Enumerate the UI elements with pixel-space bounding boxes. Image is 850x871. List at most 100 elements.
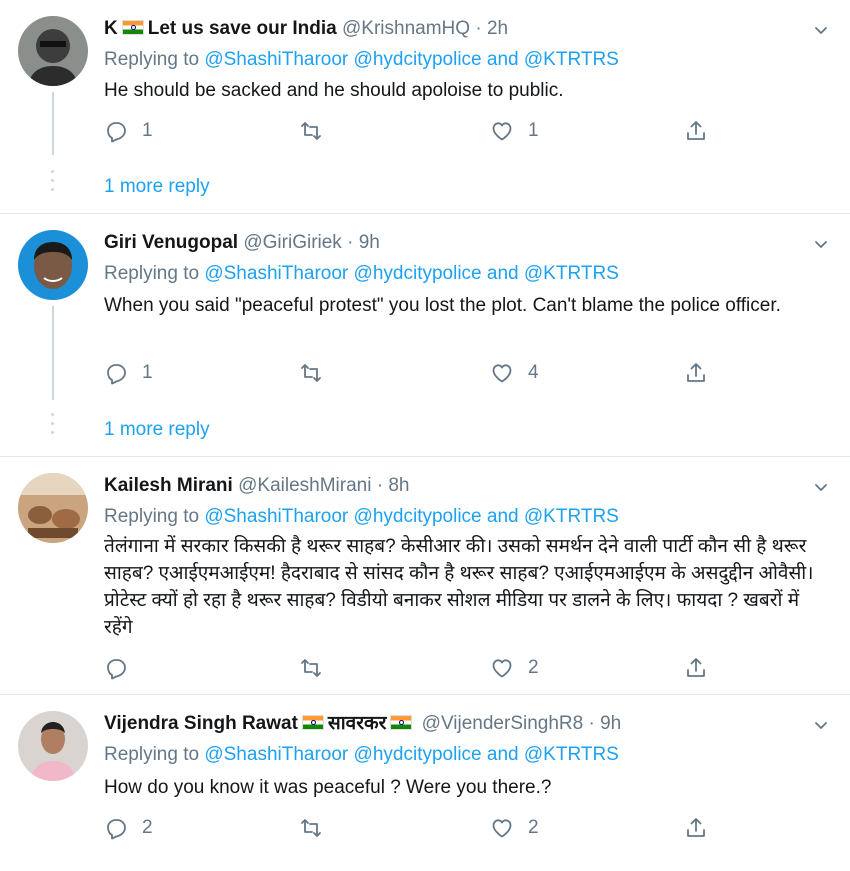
tweet-3[interactable]: Kailesh Mirani @KaileshMirani · 8h Reply… <box>0 457 850 694</box>
mention-link[interactable]: @hydcitypolice <box>354 744 482 765</box>
tweet-text: He should be sacked and he should apoloi… <box>104 80 564 101</box>
timestamp[interactable]: · 9h <box>589 713 622 734</box>
like-button[interactable]: 4 <box>490 359 539 387</box>
retweet-button[interactable] <box>299 654 337 682</box>
mention-link[interactable]: @hydcitypolice <box>354 49 482 70</box>
display-name[interactable]: Vijendra Singh Rawat <box>104 713 298 734</box>
display-name[interactable]: K <box>104 18 118 39</box>
heart-icon <box>492 659 512 678</box>
share-button[interactable] <box>684 117 708 145</box>
share-icon <box>687 818 705 837</box>
replying-to: Replying to @ShashiTharoor @hydcitypolic… <box>104 506 619 527</box>
chevron-down-icon[interactable] <box>814 719 828 733</box>
avatar-image <box>18 711 88 781</box>
user-handle[interactable]: @KrishnamHQ <box>342 18 470 39</box>
tweet-header: Vijendra Singh Rawat सावरकर @VijenderSing… <box>104 711 621 737</box>
retweet-button[interactable] <box>299 814 337 842</box>
share-button[interactable] <box>684 654 708 682</box>
timestamp[interactable]: · 9h <box>347 232 380 253</box>
mention-link[interactable]: @hydcitypolice <box>354 263 482 284</box>
timestamp[interactable]: · 2h <box>475 18 508 39</box>
chevron-down-icon[interactable] <box>814 481 828 495</box>
reply-button[interactable]: 2 <box>104 814 153 842</box>
reply-icon <box>107 819 126 840</box>
like-count: 2 <box>528 817 539 838</box>
reply-icon <box>107 659 126 680</box>
mention-link[interactable]: @ShashiTharoor <box>204 744 348 765</box>
show-more-replies-link[interactable]: 1 more reply <box>104 174 210 200</box>
thread-dots <box>51 170 55 197</box>
india-flag-icon <box>390 715 413 730</box>
retweet-icon <box>301 122 321 140</box>
mention-link[interactable]: @KTRTRS <box>524 263 619 284</box>
avatar[interactable] <box>18 473 88 543</box>
mention-link[interactable]: @ShashiTharoor <box>204 263 348 284</box>
tweet-text: तेलंगाना में सरकार किसकी है थरूर साहब? क… <box>104 536 814 638</box>
tweet-actions: 1 4 <box>104 359 724 387</box>
mention-link[interactable]: @ShashiTharoor <box>204 49 348 70</box>
mention-link[interactable]: @KTRTRS <box>524 744 619 765</box>
reply-button[interactable]: 1 <box>104 117 153 145</box>
heart-icon <box>492 364 512 383</box>
reply-count: 1 <box>142 362 153 383</box>
display-name[interactable]: Kailesh Mirani <box>104 475 233 496</box>
avatar[interactable] <box>18 230 88 300</box>
avatar-image <box>18 473 88 543</box>
tweet-text: When you said "peaceful protest" you los… <box>104 295 781 316</box>
thread-dots <box>51 413 55 440</box>
like-button[interactable]: 2 <box>490 654 539 682</box>
reply-button[interactable] <box>104 654 142 682</box>
retweet-icon <box>301 659 321 677</box>
like-button[interactable]: 2 <box>490 814 539 842</box>
share-icon <box>687 363 705 382</box>
avatar[interactable] <box>18 711 88 781</box>
display-name-suffix[interactable]: Let us save our India <box>148 18 337 39</box>
like-button[interactable]: 1 <box>490 117 539 145</box>
display-name-suffix[interactable]: सावरकर <box>328 713 386 734</box>
tweet-2[interactable]: Giri Venugopal @GiriGiriek · 9h Replying… <box>0 214 850 456</box>
reply-count: 1 <box>142 120 153 141</box>
user-handle[interactable]: @KaileshMirani <box>238 475 371 496</box>
reply-count: 2 <box>142 817 153 838</box>
chevron-down-icon[interactable] <box>814 24 828 38</box>
reply-icon <box>107 364 126 385</box>
mention-link[interactable]: @KTRTRS <box>524 506 619 527</box>
avatar[interactable] <box>18 16 88 86</box>
tweet-1[interactable]: K Let us save our India @KrishnamHQ · 2h … <box>0 0 850 213</box>
thread-line <box>52 92 54 155</box>
retweet-button[interactable] <box>299 117 337 145</box>
share-icon <box>687 121 705 140</box>
like-count: 1 <box>528 120 539 141</box>
share-button[interactable] <box>684 359 708 387</box>
reply-button[interactable]: 1 <box>104 359 153 387</box>
replying-to: Replying to @ShashiTharoor @hydcitypolic… <box>104 744 619 765</box>
replying-to: Replying to @ShashiTharoor @hydcitypolic… <box>104 49 619 70</box>
tweet-header: K Let us save our India @KrishnamHQ · 2h <box>104 16 508 42</box>
user-handle[interactable]: @VijenderSinghR8 <box>422 713 584 734</box>
mention-link[interactable]: @KTRTRS <box>524 49 619 70</box>
retweet-icon <box>301 819 321 837</box>
tweet-actions: 2 <box>104 654 724 682</box>
thread-line <box>52 306 54 400</box>
tweet-header: Giri Venugopal @GiriGiriek · 9h <box>104 230 380 256</box>
share-icon <box>687 658 705 677</box>
share-button[interactable] <box>684 814 708 842</box>
retweet-button[interactable] <box>299 359 337 387</box>
user-handle[interactable]: @GiriGiriek <box>243 232 341 253</box>
tweet-4[interactable]: Vijendra Singh Rawat सावरकर @VijenderSing… <box>0 695 850 871</box>
reply-icon <box>107 122 126 143</box>
like-count: 2 <box>528 657 539 678</box>
display-name[interactable]: Giri Venugopal <box>104 232 238 253</box>
tweet-actions: 1 1 <box>104 117 724 145</box>
tweet-actions: 2 2 <box>104 814 724 842</box>
like-count: 4 <box>528 362 539 383</box>
chevron-down-icon[interactable] <box>814 238 828 252</box>
heart-icon <box>492 122 512 141</box>
show-more-replies-link[interactable]: 1 more reply <box>104 417 210 443</box>
mention-link[interactable]: @ShashiTharoor <box>204 506 348 527</box>
tweet-header: Kailesh Mirani @KaileshMirani · 8h <box>104 473 409 499</box>
heart-icon <box>492 819 512 838</box>
timestamp[interactable]: · 8h <box>377 475 410 496</box>
mention-link[interactable]: @hydcitypolice <box>354 506 482 527</box>
retweet-icon <box>301 364 321 382</box>
